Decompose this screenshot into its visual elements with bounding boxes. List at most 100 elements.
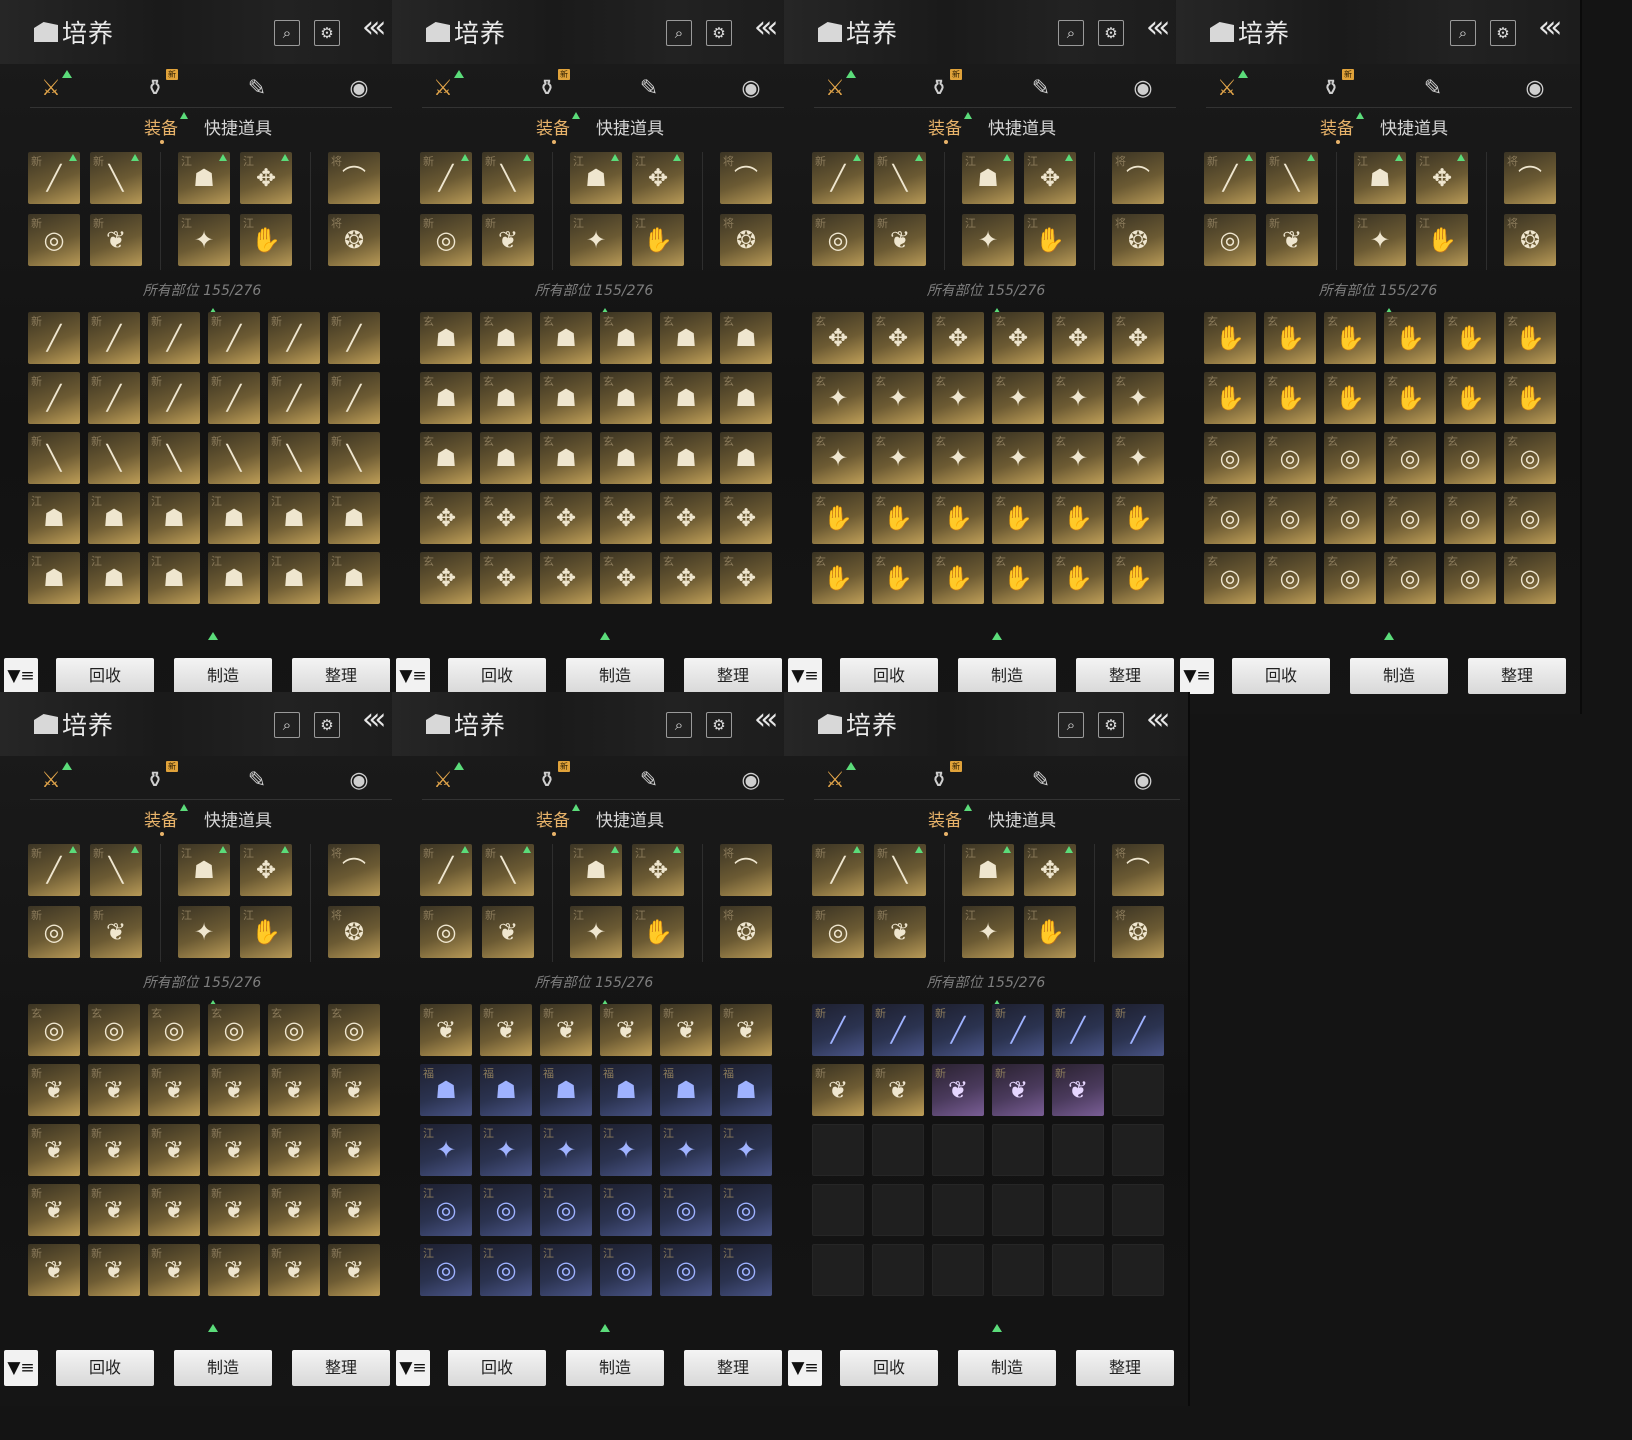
inventory-slot[interactable] xyxy=(812,1184,864,1236)
inventory-slot[interactable]: ◎ 玄 xyxy=(1504,492,1556,544)
scroll-down-icon[interactable] xyxy=(208,632,218,640)
inventory-grid[interactable]: ☗ 玄 ☗ 玄 ☗ 玄 ☗ 玄 ☗ 玄 ☗ 玄 ☗ 玄 ☗ 玄 ☗ 玄 ☗ 玄 ☗ 玄 ☗ 玄 ☗ 玄 ☗ 玄 ☗ 玄 ☗ 玄 ☗ 玄 ☗ 玄 ✥ 玄 ✥ 玄… xyxy=(420,312,776,618)
inventory-slot[interactable]: ✋ 玄 xyxy=(872,492,924,544)
filter-button[interactable]: ▼≡ xyxy=(788,1350,822,1386)
category-weapon[interactable]: ⚔ xyxy=(820,70,856,104)
equipped-slot[interactable]: ❂ 将 xyxy=(720,906,772,958)
craft-button[interactable]: 制造 xyxy=(958,1350,1056,1386)
filter-button[interactable]: ▼≡ xyxy=(788,658,822,694)
equipped-slot[interactable]: ✦ 江 xyxy=(570,906,622,958)
inventory-slot[interactable]: ☗ 玄 xyxy=(720,312,772,364)
tab-equip[interactable]: 装备 xyxy=(928,112,972,144)
inventory-slot[interactable]: ╱ 新 xyxy=(1052,1004,1104,1056)
inventory-slot[interactable]: ☗ 玄 xyxy=(420,372,472,424)
inventory-slot[interactable]: ◎ 江 xyxy=(660,1244,712,1296)
inventory-slot[interactable]: ✦ 江 xyxy=(420,1124,472,1176)
inventory-slot[interactable]: ✋ 玄 xyxy=(1264,312,1316,364)
sort-button[interactable]: 整理 xyxy=(292,1350,390,1386)
category-consumable[interactable]: ⚱ 新 xyxy=(532,69,570,104)
equipped-slot[interactable]: ✦ 江 xyxy=(570,214,622,266)
craft-button[interactable]: 制造 xyxy=(958,658,1056,694)
category-scroll[interactable]: ✎ xyxy=(242,766,272,796)
equipped-slot[interactable]: ⌒ 将 xyxy=(328,152,380,204)
recycle-button[interactable]: 回收 xyxy=(840,1350,938,1386)
equipped-slot[interactable]: ❦ 新 xyxy=(90,906,142,958)
inventory-slot[interactable]: ☗ 江 xyxy=(88,492,140,544)
inventory-slot[interactable]: ✥ 玄 xyxy=(812,312,864,364)
inventory-slot[interactable]: ❦ 新 xyxy=(28,1184,80,1236)
inventory-slot[interactable]: ☗ 玄 xyxy=(660,312,712,364)
inventory-slot[interactable]: ❦ 新 xyxy=(208,1064,260,1116)
inventory-slot[interactable]: ☗ 玄 xyxy=(720,372,772,424)
inventory-slot[interactable]: ╱ 新 xyxy=(932,1004,984,1056)
recycle-button[interactable]: 回收 xyxy=(1232,658,1330,694)
scroll-down-icon[interactable] xyxy=(208,1324,218,1332)
inventory-slot[interactable]: ✦ 江 xyxy=(480,1124,532,1176)
inventory-slot[interactable] xyxy=(992,1184,1044,1236)
inventory-slot[interactable] xyxy=(1052,1124,1104,1176)
inventory-slot[interactable]: ☗ 江 xyxy=(268,492,320,544)
inventory-grid[interactable]: ✥ 玄 ✥ 玄 ✥ 玄 ✥ 玄 ✥ 玄 ✥ 玄 ✦ 玄 ✦ 玄 ✦ 玄 ✦ 玄 ✦ 玄 ✦ 玄 ✦ 玄 ✦ 玄 ✦ 玄 ✦ 玄 ✦ 玄 ✦ 玄 ✋ 玄 ✋ 玄… xyxy=(812,312,1168,618)
equipped-slot[interactable]: ✦ 江 xyxy=(1354,214,1406,266)
inventory-slot[interactable]: ╱ 新 xyxy=(268,372,320,424)
inventory-slot[interactable]: ◎ 江 xyxy=(600,1244,652,1296)
equipped-slot[interactable]: ✥ 江 xyxy=(632,152,684,204)
filter-button[interactable]: ▼≡ xyxy=(396,1350,430,1386)
inventory-slot[interactable]: ✥ 玄 xyxy=(660,552,712,604)
inventory-slot[interactable]: ☗ 玄 xyxy=(660,432,712,484)
equipped-slot[interactable]: ❂ 将 xyxy=(1112,214,1164,266)
craft-button[interactable]: 制造 xyxy=(566,1350,664,1386)
inventory-slot[interactable]: ✋ 玄 xyxy=(1324,312,1376,364)
inventory-slot[interactable] xyxy=(1112,1124,1164,1176)
scroll-down-icon[interactable] xyxy=(1384,632,1394,640)
sort-button[interactable]: 整理 xyxy=(684,1350,782,1386)
inventory-slot[interactable]: ╲ 新 xyxy=(148,432,200,484)
equipped-slot[interactable]: ❦ 新 xyxy=(874,906,926,958)
inventory-slot[interactable]: ◎ 玄 xyxy=(1264,492,1316,544)
inventory-slot[interactable] xyxy=(1052,1244,1104,1296)
inventory-slot[interactable]: ◎ 玄 xyxy=(268,1004,320,1056)
equipped-slot[interactable]: ◎ 新 xyxy=(28,906,80,958)
equipped-slot[interactable]: ❂ 将 xyxy=(1504,214,1556,266)
inventory-slot[interactable]: ❦ 新 xyxy=(932,1064,984,1116)
inventory-slot[interactable]: ✋ 玄 xyxy=(1444,372,1496,424)
inventory-slot[interactable]: ✥ 玄 xyxy=(600,492,652,544)
inventory-slot[interactable]: ❦ 新 xyxy=(148,1124,200,1176)
inventory-slot[interactable]: ✥ 玄 xyxy=(540,492,592,544)
scroll-down-icon[interactable] xyxy=(600,632,610,640)
equipped-slot[interactable]: ✋ 江 xyxy=(240,906,292,958)
inventory-slot[interactable]: ╱ 新 xyxy=(148,312,200,364)
inventory-slot[interactable]: ◎ 玄 xyxy=(1324,432,1376,484)
inventory-slot[interactable]: ✦ 江 xyxy=(720,1124,772,1176)
inventory-slot[interactable]: ◎ 江 xyxy=(540,1244,592,1296)
recycle-button[interactable]: 回收 xyxy=(56,658,154,694)
inventory-slot[interactable]: ✋ 玄 xyxy=(1444,312,1496,364)
inventory-slot[interactable]: ◎ 玄 xyxy=(148,1004,200,1056)
settings-button[interactable]: ⚙ xyxy=(1098,712,1124,738)
inventory-slot[interactable]: ❦ 新 xyxy=(328,1124,380,1176)
inventory-slot[interactable]: ◎ 江 xyxy=(660,1184,712,1236)
inventory-slot[interactable]: ◎ 江 xyxy=(420,1244,472,1296)
inventory-slot[interactable]: ❦ 新 xyxy=(148,1064,200,1116)
category-material[interactable]: ◉ xyxy=(1128,74,1158,104)
inventory-slot[interactable]: ◎ 玄 xyxy=(1444,432,1496,484)
tab-equip[interactable]: 装备 xyxy=(1320,112,1364,144)
inventory-slot[interactable]: ✋ 玄 xyxy=(1384,312,1436,364)
inventory-slot[interactable] xyxy=(1052,1184,1104,1236)
filter-button[interactable]: ▼≡ xyxy=(1180,658,1214,694)
back-button[interactable]: «‹ xyxy=(362,10,386,45)
inventory-slot[interactable] xyxy=(992,1124,1044,1176)
category-material[interactable]: ◉ xyxy=(344,74,374,104)
search-button[interactable]: ⌕ xyxy=(274,712,300,738)
tab-equip[interactable]: 装备 xyxy=(144,804,188,836)
inventory-slot[interactable]: ◎ 江 xyxy=(480,1184,532,1236)
category-consumable[interactable]: ⚱ 新 xyxy=(924,761,962,796)
inventory-slot[interactable]: ✥ 玄 xyxy=(872,312,924,364)
equipped-slot[interactable]: ☗ 江 xyxy=(962,844,1014,896)
equipped-slot[interactable]: ◎ 新 xyxy=(420,906,472,958)
inventory-slot[interactable]: ❦ 新 xyxy=(28,1064,80,1116)
equipped-slot[interactable]: ⌒ 将 xyxy=(1112,844,1164,896)
inventory-slot[interactable]: ❦ 新 xyxy=(88,1184,140,1236)
category-material[interactable]: ◉ xyxy=(1128,766,1158,796)
equipped-slot[interactable]: ╲ 新 xyxy=(874,844,926,896)
